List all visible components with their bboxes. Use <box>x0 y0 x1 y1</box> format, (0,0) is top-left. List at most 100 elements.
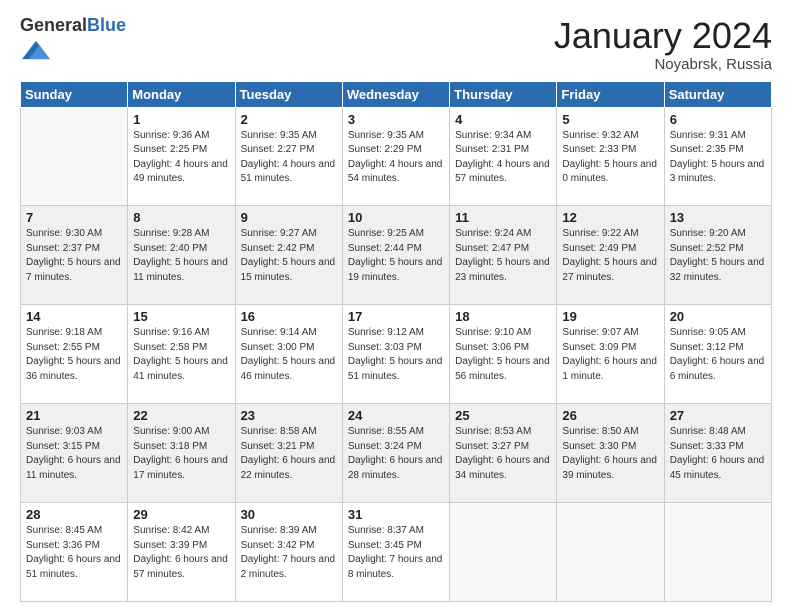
day-number: 6 <box>670 112 766 127</box>
calendar-cell-1-4: 11Sunrise: 9:24 AMSunset: 2:47 PMDayligh… <box>450 206 557 305</box>
calendar-cell-3-6: 27Sunrise: 8:48 AMSunset: 3:33 PMDayligh… <box>664 404 771 503</box>
sun-info: Sunrise: 8:58 AMSunset: 3:21 PMDaylight:… <box>241 425 337 483</box>
title-block: January 2024 Noyabrsk, Russia <box>554 16 772 73</box>
calendar-cell-3-2: 23 Sunrise: 8:58 AMSunset: 3:21 PMDayligh… <box>235 404 342 503</box>
weekday-header-tuesday: Tuesday <box>235 81 342 107</box>
sun-info: Sunrise: 8:48 AMSunset: 3:33 PMDaylight:… <box>670 425 766 483</box>
page: GeneralBlue January 2024 Noyabrsk, Russi… <box>0 0 792 612</box>
calendar-cell-0-4: 4 Sunrise: 9:34 AMSunset: 2:31 PMDaylight… <box>450 107 557 206</box>
calendar-cell-0-5: 5 Sunrise: 9:32 AMSunset: 2:33 PMDaylight… <box>557 107 664 206</box>
calendar-cell-1-6: 13Sunrise: 9:20 AMSunset: 2:52 PMDayligh… <box>664 206 771 305</box>
day-number: 7 <box>26 210 122 225</box>
day-number: 28 <box>26 507 122 522</box>
day-number: 23 <box>241 408 337 423</box>
weekday-header-saturday: Saturday <box>664 81 771 107</box>
sun-info: Sunrise: 9:18 AMSunset: 2:55 PMDaylight:… <box>26 326 122 384</box>
sun-info: Sunrise: 8:45 AMSunset: 3:36 PMDaylight:… <box>26 524 122 582</box>
calendar-cell-1-3: 10 Sunrise: 9:25 AMSunset: 2:44 PMDayligh… <box>342 206 449 305</box>
calendar-cell-2-2: 16Sunrise: 9:14 AMSunset: 3:00 PMDayligh… <box>235 305 342 404</box>
day-number: 16 <box>241 309 337 324</box>
header: GeneralBlue January 2024 Noyabrsk, Russi… <box>20 16 772 73</box>
sun-info: Sunrise: 9:24 AMSunset: 2:47 PMDaylight:… <box>455 227 551 285</box>
calendar-cell-1-1: 8 Sunrise: 9:28 AMSunset: 2:40 PMDaylight… <box>128 206 235 305</box>
day-number: 8 <box>133 210 229 225</box>
calendar-table: SundayMondayTuesdayWednesdayThursdayFrid… <box>20 81 772 602</box>
sun-info: Sunrise: 9:36 AMSunset: 2:25 PMDaylight:… <box>133 129 229 187</box>
day-number: 5 <box>562 112 658 127</box>
calendar-cell-4-1: 29 Sunrise: 8:42 AMSunset: 3:39 PMDayligh… <box>128 503 235 602</box>
week-row-2: 14Sunrise: 9:18 AMSunset: 2:55 PMDayligh… <box>21 305 772 404</box>
calendar-cell-2-0: 14Sunrise: 9:18 AMSunset: 2:55 PMDayligh… <box>21 305 128 404</box>
day-number: 2 <box>241 112 337 127</box>
calendar-cell-0-2: 2 Sunrise: 9:35 AMSunset: 2:27 PMDaylight… <box>235 107 342 206</box>
calendar-cell-4-2: 30 Sunrise: 8:39 AMSunset: 3:42 PMDayligh… <box>235 503 342 602</box>
calendar-cell-3-3: 24Sunrise: 8:55 AMSunset: 3:24 PMDayligh… <box>342 404 449 503</box>
weekday-header-row: SundayMondayTuesdayWednesdayThursdayFrid… <box>21 81 772 107</box>
calendar-cell-0-6: 6 Sunrise: 9:31 AMSunset: 2:35 PMDaylight… <box>664 107 771 206</box>
day-number: 30 <box>241 507 337 522</box>
calendar-cell-3-1: 22 Sunrise: 9:00 AMSunset: 3:18 PMDayligh… <box>128 404 235 503</box>
calendar-cell-0-1: 1 Sunrise: 9:36 AMSunset: 2:25 PMDaylight… <box>128 107 235 206</box>
weekday-header-monday: Monday <box>128 81 235 107</box>
calendar-cell-0-0 <box>21 107 128 206</box>
logo-general-text: General <box>20 15 87 35</box>
sun-info: Sunrise: 9:16 AMSunset: 2:58 PMDaylight:… <box>133 326 229 384</box>
day-number: 12 <box>562 210 658 225</box>
calendar-cell-3-5: 26 Sunrise: 8:50 AMSunset: 3:30 PMDayligh… <box>557 404 664 503</box>
day-number: 10 <box>348 210 444 225</box>
day-number: 4 <box>455 112 551 127</box>
sun-info: Sunrise: 9:10 AMSunset: 3:06 PMDaylight:… <box>455 326 551 384</box>
calendar-cell-4-5 <box>557 503 664 602</box>
month-title: January 2024 <box>554 16 772 56</box>
calendar-cell-4-6 <box>664 503 771 602</box>
day-number: 29 <box>133 507 229 522</box>
sun-info: Sunrise: 9:35 AMSunset: 2:29 PMDaylight:… <box>348 129 444 187</box>
day-number: 1 <box>133 112 229 127</box>
sun-info: Sunrise: 9:00 AMSunset: 3:18 PMDaylight:… <box>133 425 229 483</box>
day-number: 17 <box>348 309 444 324</box>
sun-info: Sunrise: 9:31 AMSunset: 2:35 PMDaylight:… <box>670 129 766 187</box>
day-number: 31 <box>348 507 444 522</box>
sun-info: Sunrise: 9:03 AMSunset: 3:15 PMDaylight:… <box>26 425 122 483</box>
calendar-cell-2-3: 17 Sunrise: 9:12 AMSunset: 3:03 PMDayligh… <box>342 305 449 404</box>
calendar-cell-1-2: 9Sunrise: 9:27 AMSunset: 2:42 PMDaylight… <box>235 206 342 305</box>
day-number: 13 <box>670 210 766 225</box>
calendar-cell-2-6: 20Sunrise: 9:05 AMSunset: 3:12 PMDayligh… <box>664 305 771 404</box>
week-row-3: 21Sunrise: 9:03 AMSunset: 3:15 PMDayligh… <box>21 404 772 503</box>
calendar-cell-3-4: 25Sunrise: 8:53 AMSunset: 3:27 PMDayligh… <box>450 404 557 503</box>
sun-info: Sunrise: 9:05 AMSunset: 3:12 PMDaylight:… <box>670 326 766 384</box>
day-number: 3 <box>348 112 444 127</box>
day-number: 22 <box>133 408 229 423</box>
calendar-cell-4-4 <box>450 503 557 602</box>
sun-info: Sunrise: 8:53 AMSunset: 3:27 PMDaylight:… <box>455 425 551 483</box>
weekday-header-thursday: Thursday <box>450 81 557 107</box>
sun-info: Sunrise: 9:28 AMSunset: 2:40 PMDaylight:… <box>133 227 229 285</box>
location: Noyabrsk, Russia <box>554 56 772 73</box>
week-row-4: 28 Sunrise: 8:45 AMSunset: 3:36 PMDayligh… <box>21 503 772 602</box>
week-row-1: 7 Sunrise: 9:30 AMSunset: 2:37 PMDaylight… <box>21 206 772 305</box>
sun-info: Sunrise: 9:22 AMSunset: 2:49 PMDaylight:… <box>562 227 658 285</box>
weekday-header-sunday: Sunday <box>21 81 128 107</box>
sun-info: Sunrise: 9:07 AMSunset: 3:09 PMDaylight:… <box>562 326 658 384</box>
calendar-cell-2-4: 18 Sunrise: 9:10 AMSunset: 3:06 PMDayligh… <box>450 305 557 404</box>
calendar-cell-4-3: 31 Sunrise: 8:37 AMSunset: 3:45 PMDayligh… <box>342 503 449 602</box>
sun-info: Sunrise: 9:12 AMSunset: 3:03 PMDaylight:… <box>348 326 444 384</box>
day-number: 26 <box>562 408 658 423</box>
sun-info: Sunrise: 9:25 AMSunset: 2:44 PMDaylight:… <box>348 227 444 285</box>
sun-info: Sunrise: 9:30 AMSunset: 2:37 PMDaylight:… <box>26 227 122 285</box>
sun-info: Sunrise: 8:42 AMSunset: 3:39 PMDaylight:… <box>133 524 229 582</box>
sun-info: Sunrise: 9:27 AMSunset: 2:42 PMDaylight:… <box>241 227 337 285</box>
sun-info: Sunrise: 8:39 AMSunset: 3:42 PMDaylight:… <box>241 524 337 582</box>
logo: GeneralBlue <box>20 16 126 69</box>
sun-info: Sunrise: 8:50 AMSunset: 3:30 PMDaylight:… <box>562 425 658 483</box>
sun-info: Sunrise: 9:34 AMSunset: 2:31 PMDaylight:… <box>455 129 551 187</box>
sun-info: Sunrise: 8:55 AMSunset: 3:24 PMDaylight:… <box>348 425 444 483</box>
day-number: 18 <box>455 309 551 324</box>
weekday-header-friday: Friday <box>557 81 664 107</box>
sun-info: Sunrise: 8:37 AMSunset: 3:45 PMDaylight:… <box>348 524 444 582</box>
logo-blue-text: Blue <box>87 15 126 35</box>
sun-info: Sunrise: 9:32 AMSunset: 2:33 PMDaylight:… <box>562 129 658 187</box>
calendar-cell-0-3: 3 Sunrise: 9:35 AMSunset: 2:29 PMDaylight… <box>342 107 449 206</box>
sun-info: Sunrise: 9:35 AMSunset: 2:27 PMDaylight:… <box>241 129 337 187</box>
calendar-cell-2-1: 15Sunrise: 9:16 AMSunset: 2:58 PMDayligh… <box>128 305 235 404</box>
